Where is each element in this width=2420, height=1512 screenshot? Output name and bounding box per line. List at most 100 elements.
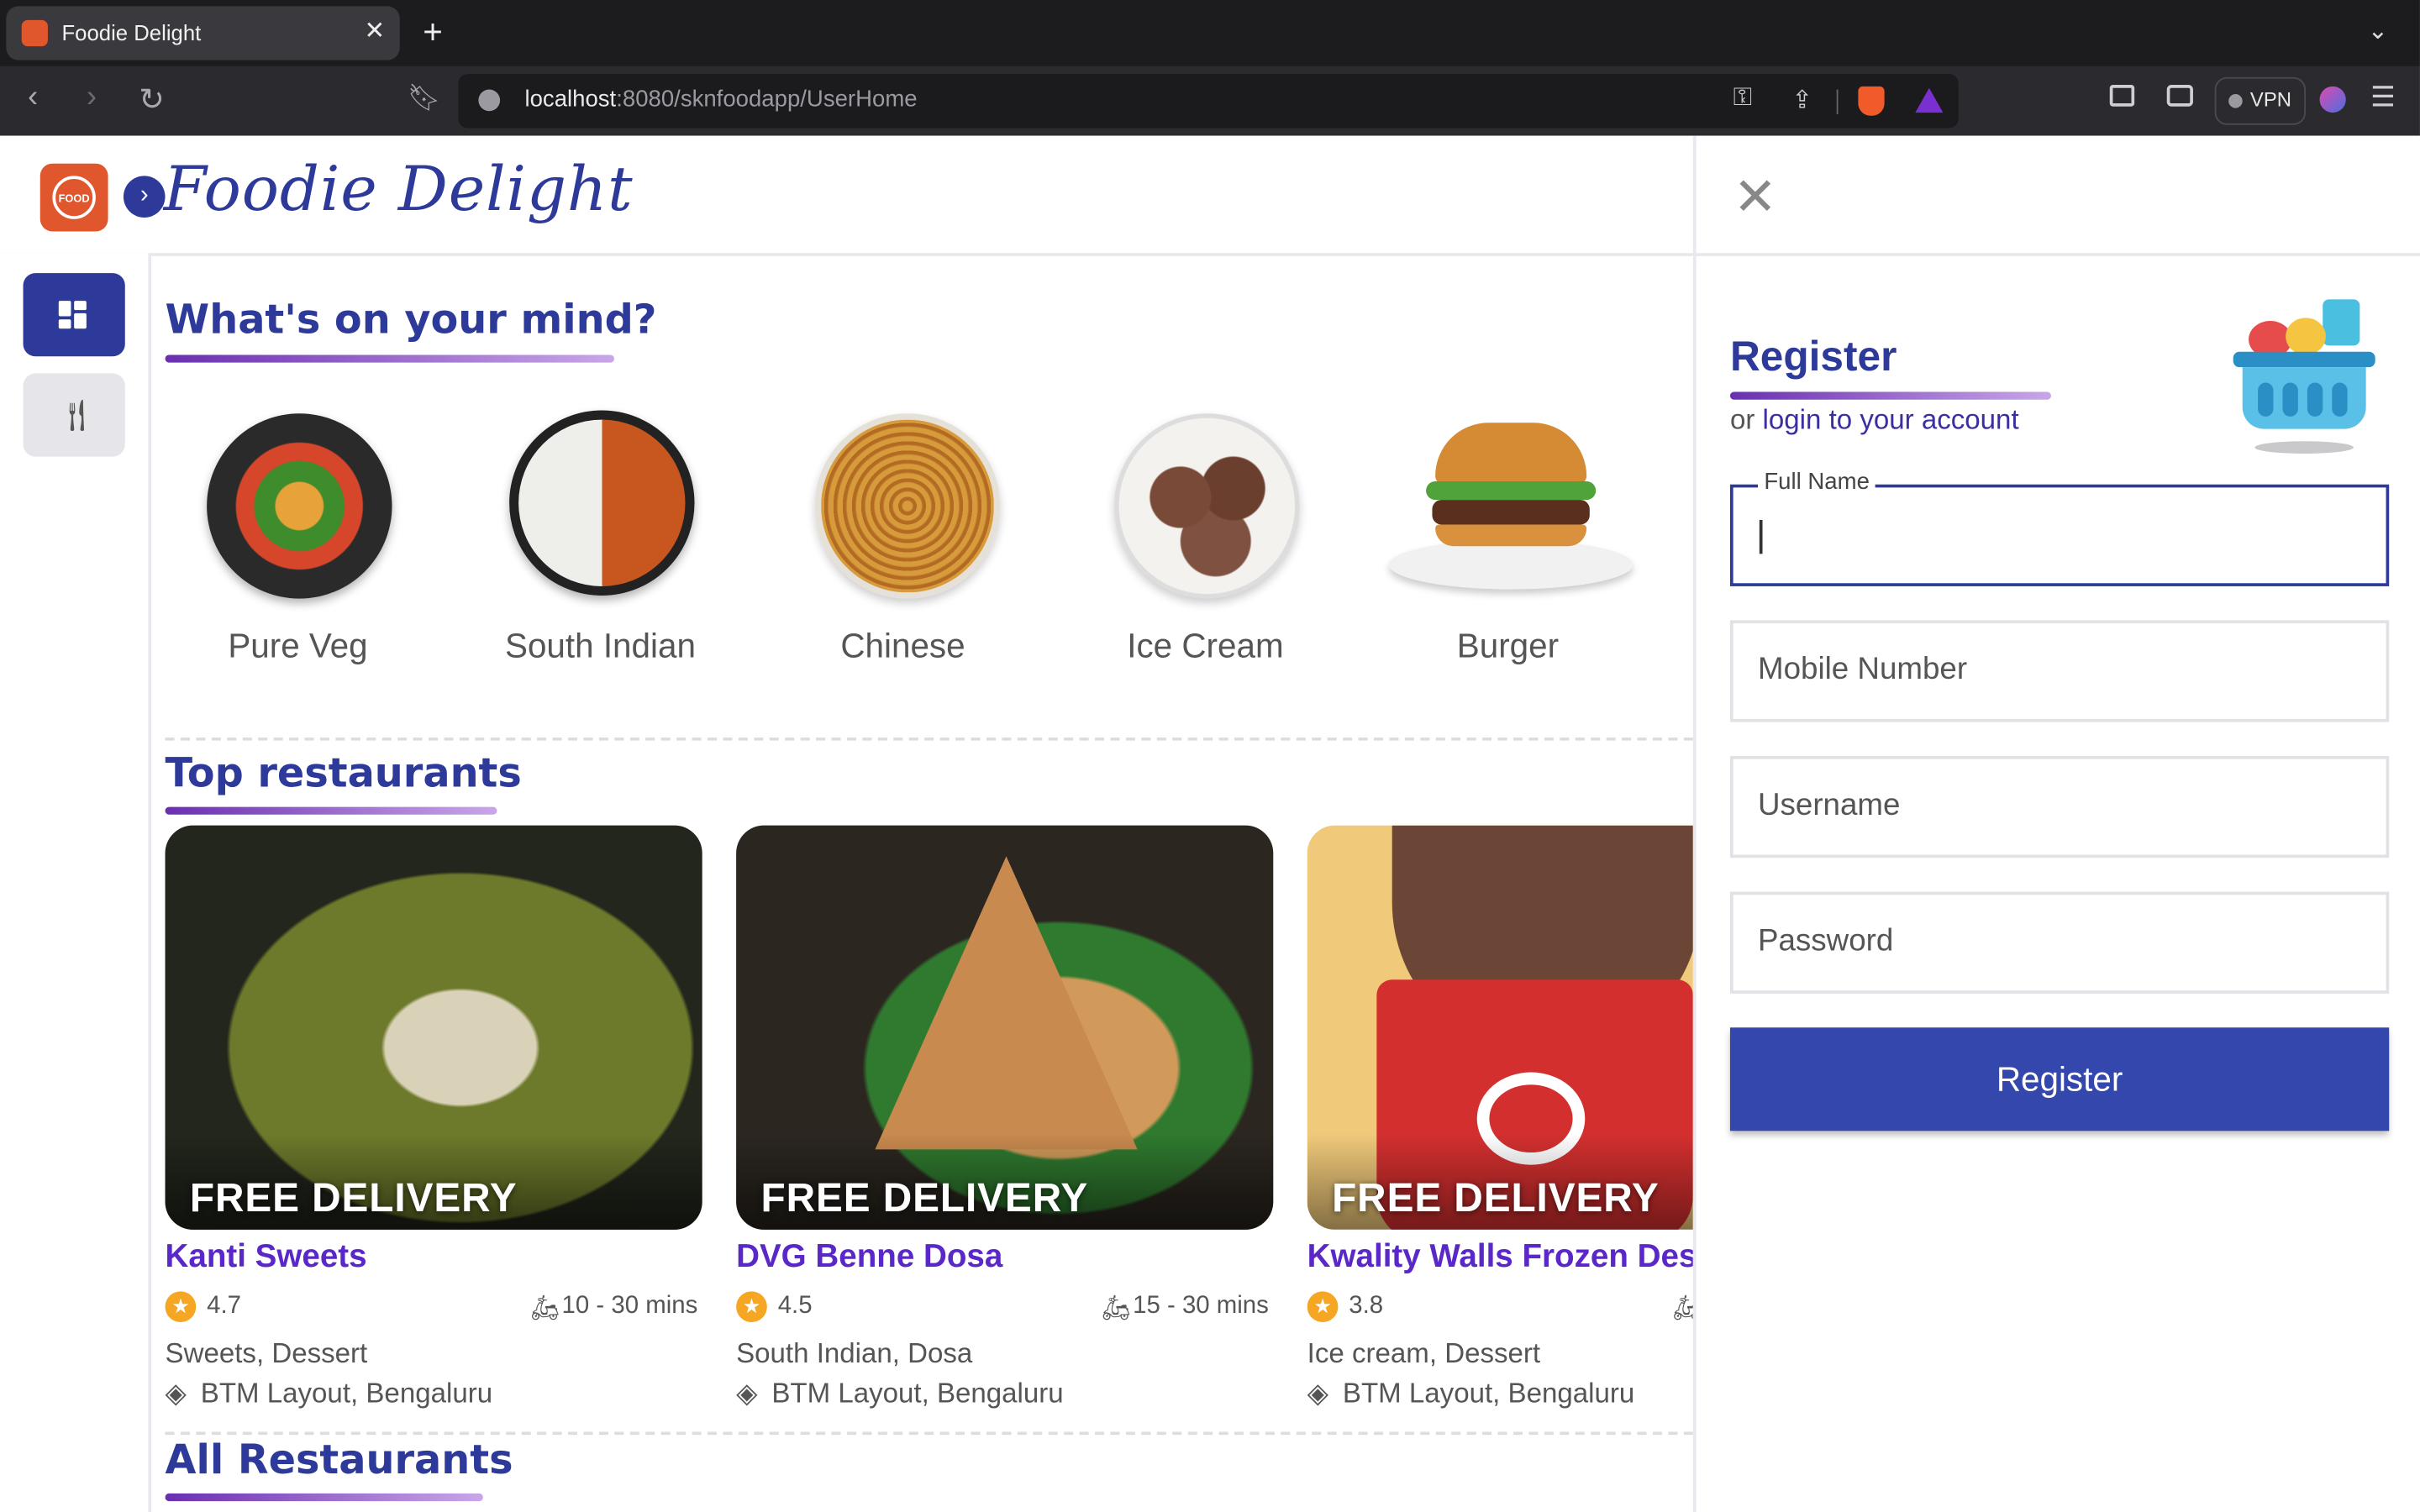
delivery-scooter-icon: 🛵︎ bbox=[529, 1295, 561, 1323]
category-label[interactable]: Pure Veg bbox=[146, 627, 449, 667]
new-tab-icon[interactable]: + bbox=[423, 13, 443, 53]
mobile-number-field[interactable]: Mobile Number bbox=[1729, 620, 2390, 722]
brave-shield-icon[interactable] bbox=[1858, 86, 1885, 116]
star-icon: ★ bbox=[736, 1291, 767, 1323]
back-icon[interactable]: ‹ bbox=[28, 81, 38, 116]
all-restaurants-underline bbox=[165, 1493, 483, 1502]
address-bar[interactable]: localhost:8080/sknfoodapp/UserHome ⚿ ⇪ bbox=[458, 74, 1959, 129]
browser-toolbar: ‹ › ↻ 🔖︎ localhost:8080/sknfoodapp/UserH… bbox=[0, 66, 2420, 136]
app-logo[interactable]: FOOD bbox=[39, 163, 108, 232]
text-caret bbox=[1759, 519, 1763, 554]
register-panel: ✕ Register or login to your account Full… bbox=[1692, 135, 2420, 1512]
burger-image[interactable] bbox=[1389, 420, 1634, 596]
logo-text: FOOD bbox=[52, 176, 96, 219]
wallet-icon[interactable] bbox=[2166, 85, 2193, 107]
mobile-number-placeholder: Mobile Number bbox=[1758, 652, 1968, 687]
rewards-icon[interactable] bbox=[1915, 87, 1944, 113]
key-icon[interactable]: ⚿ bbox=[1733, 85, 1752, 113]
login-link[interactable]: login to your account bbox=[1763, 404, 2019, 435]
location-icon: ◈ bbox=[1307, 1378, 1329, 1409]
grid-icon bbox=[58, 301, 87, 329]
restaurant-info-clip: Kwality Walls Frozen Des ★ 3.8 🛵︎ Ice cr… bbox=[1307, 1234, 1693, 1411]
url-host: localhost bbox=[524, 86, 617, 113]
full-name-field[interactable]: Full Name bbox=[1729, 469, 2390, 586]
tab-favicon bbox=[21, 19, 48, 47]
password-placeholder: Password bbox=[1758, 924, 1894, 958]
top-restaurants-title: Top restaurants bbox=[165, 751, 522, 798]
register-button[interactable]: Register bbox=[1729, 1027, 2390, 1131]
chinese-image[interactable] bbox=[814, 413, 1001, 599]
password-field[interactable]: Password bbox=[1729, 891, 2390, 994]
mind-title-underline bbox=[165, 354, 615, 363]
sidebar-item-restaurants[interactable]: 🍴︎ bbox=[23, 373, 125, 457]
tab-close-icon[interactable]: ✕ bbox=[364, 15, 385, 46]
ice-cream-image[interactable] bbox=[1114, 413, 1300, 599]
all-restaurants-title: All Restaurants bbox=[165, 1437, 513, 1484]
fork-knife-icon: 🍴︎ bbox=[56, 399, 97, 434]
restaurant-rating: 4.5 bbox=[777, 1293, 813, 1320]
south-indian-image[interactable] bbox=[509, 410, 695, 596]
sidebar: 🍴︎ bbox=[0, 253, 151, 1512]
restaurant-location: BTM Layout, Bengaluru bbox=[1342, 1378, 1635, 1409]
sidebar-icon[interactable] bbox=[2109, 85, 2135, 107]
or-text: or bbox=[1729, 404, 1763, 435]
sidebar-item-dashboard[interactable] bbox=[23, 273, 125, 357]
restaurant-card-image[interactable]: FREE DELIVERY bbox=[165, 825, 702, 1230]
restaurant-rating: 3.8 bbox=[1349, 1293, 1384, 1320]
vpn-button[interactable]: VPN bbox=[2214, 76, 2307, 125]
profile-icon[interactable] bbox=[2319, 86, 2346, 113]
section-divider bbox=[165, 737, 1693, 741]
mind-title: What's on your mind? bbox=[165, 297, 657, 344]
delivery-time: 10 - 30 mins bbox=[561, 1293, 698, 1320]
restaurant-cuisine: South Indian, Dosa bbox=[736, 1337, 973, 1369]
free-delivery-badge: FREE DELIVERY bbox=[1332, 1173, 1660, 1221]
reload-icon[interactable]: ↻ bbox=[139, 81, 165, 119]
toolbar-divider bbox=[1836, 89, 1839, 114]
share-icon[interactable]: ⇪ bbox=[1791, 85, 1812, 116]
star-icon: ★ bbox=[165, 1291, 197, 1323]
restaurant-card-clip: FREE DELIVERY bbox=[1307, 825, 1693, 1230]
url-path: :8080/sknfoodapp/UserHome bbox=[616, 86, 918, 113]
star-icon: ★ bbox=[1307, 1291, 1339, 1323]
panel-header: ✕ bbox=[1696, 136, 2420, 256]
full-name-label: Full Name bbox=[1758, 469, 1876, 496]
menu-icon[interactable]: ☰ bbox=[2370, 81, 2396, 114]
browser-tab[interactable]: Foodie Delight ✕ bbox=[6, 6, 400, 60]
restaurant-cuisine: Sweets, Dessert bbox=[165, 1337, 368, 1369]
basket-icon bbox=[2233, 297, 2375, 457]
restaurant-name[interactable]: Kwality Walls Frozen Des bbox=[1307, 1239, 1693, 1276]
username-field[interactable]: Username bbox=[1729, 755, 2390, 858]
tab-list-chevron-icon[interactable]: ⌄ bbox=[2367, 15, 2388, 46]
tab-title: Foodie Delight bbox=[61, 19, 202, 45]
restaurant-name[interactable]: Kanti Sweets bbox=[166, 1239, 367, 1276]
category-label[interactable]: Ice Cream bbox=[1054, 627, 1356, 667]
delivery-scooter-icon: 🛵︎ bbox=[1671, 1293, 1693, 1324]
site-info-icon[interactable] bbox=[478, 89, 501, 112]
url-text: localhost:8080/sknfoodapp/UserHome bbox=[524, 87, 917, 113]
top-restaurants-underline bbox=[165, 806, 497, 815]
free-delivery-badge: FREE DELIVERY bbox=[189, 1173, 518, 1221]
category-label[interactable]: South Indian bbox=[449, 627, 751, 667]
restaurant-card-image[interactable]: FREE DELIVERY bbox=[736, 825, 1274, 1230]
brand-title: Foodie Delight bbox=[163, 154, 634, 226]
restaurant-name[interactable]: DVG Benne Dosa bbox=[736, 1239, 1002, 1276]
restaurant-location: BTM Layout, Bengaluru bbox=[200, 1378, 493, 1409]
restaurant-location: BTM Layout, Bengaluru bbox=[771, 1378, 1064, 1409]
bookmark-icon[interactable]: 🔖︎ bbox=[408, 83, 441, 114]
free-delivery-badge: FREE DELIVERY bbox=[760, 1173, 1089, 1221]
restaurant-card-image[interactable]: FREE DELIVERY bbox=[1307, 825, 1693, 1230]
restaurant-cuisine: Ice cream, Dessert bbox=[1307, 1337, 1541, 1369]
sidebar-toggle-icon[interactable]: › bbox=[123, 176, 166, 218]
vpn-label: VPN bbox=[2249, 87, 2292, 112]
delivery-scooter-icon: 🛵︎ bbox=[1100, 1295, 1132, 1323]
register-title-underline bbox=[1729, 391, 2051, 400]
register-title: Register bbox=[1729, 333, 1897, 380]
forward-icon[interactable]: › bbox=[87, 81, 97, 116]
username-placeholder: Username bbox=[1758, 788, 1901, 822]
category-label[interactable]: Burger bbox=[1356, 627, 1659, 667]
login-prompt: or login to your account bbox=[1730, 404, 2019, 437]
pure-veg-image[interactable] bbox=[207, 413, 392, 599]
section-divider bbox=[165, 1431, 1693, 1436]
close-icon[interactable]: ✕ bbox=[1733, 166, 1777, 228]
category-label[interactable]: Chinese bbox=[751, 627, 1054, 667]
